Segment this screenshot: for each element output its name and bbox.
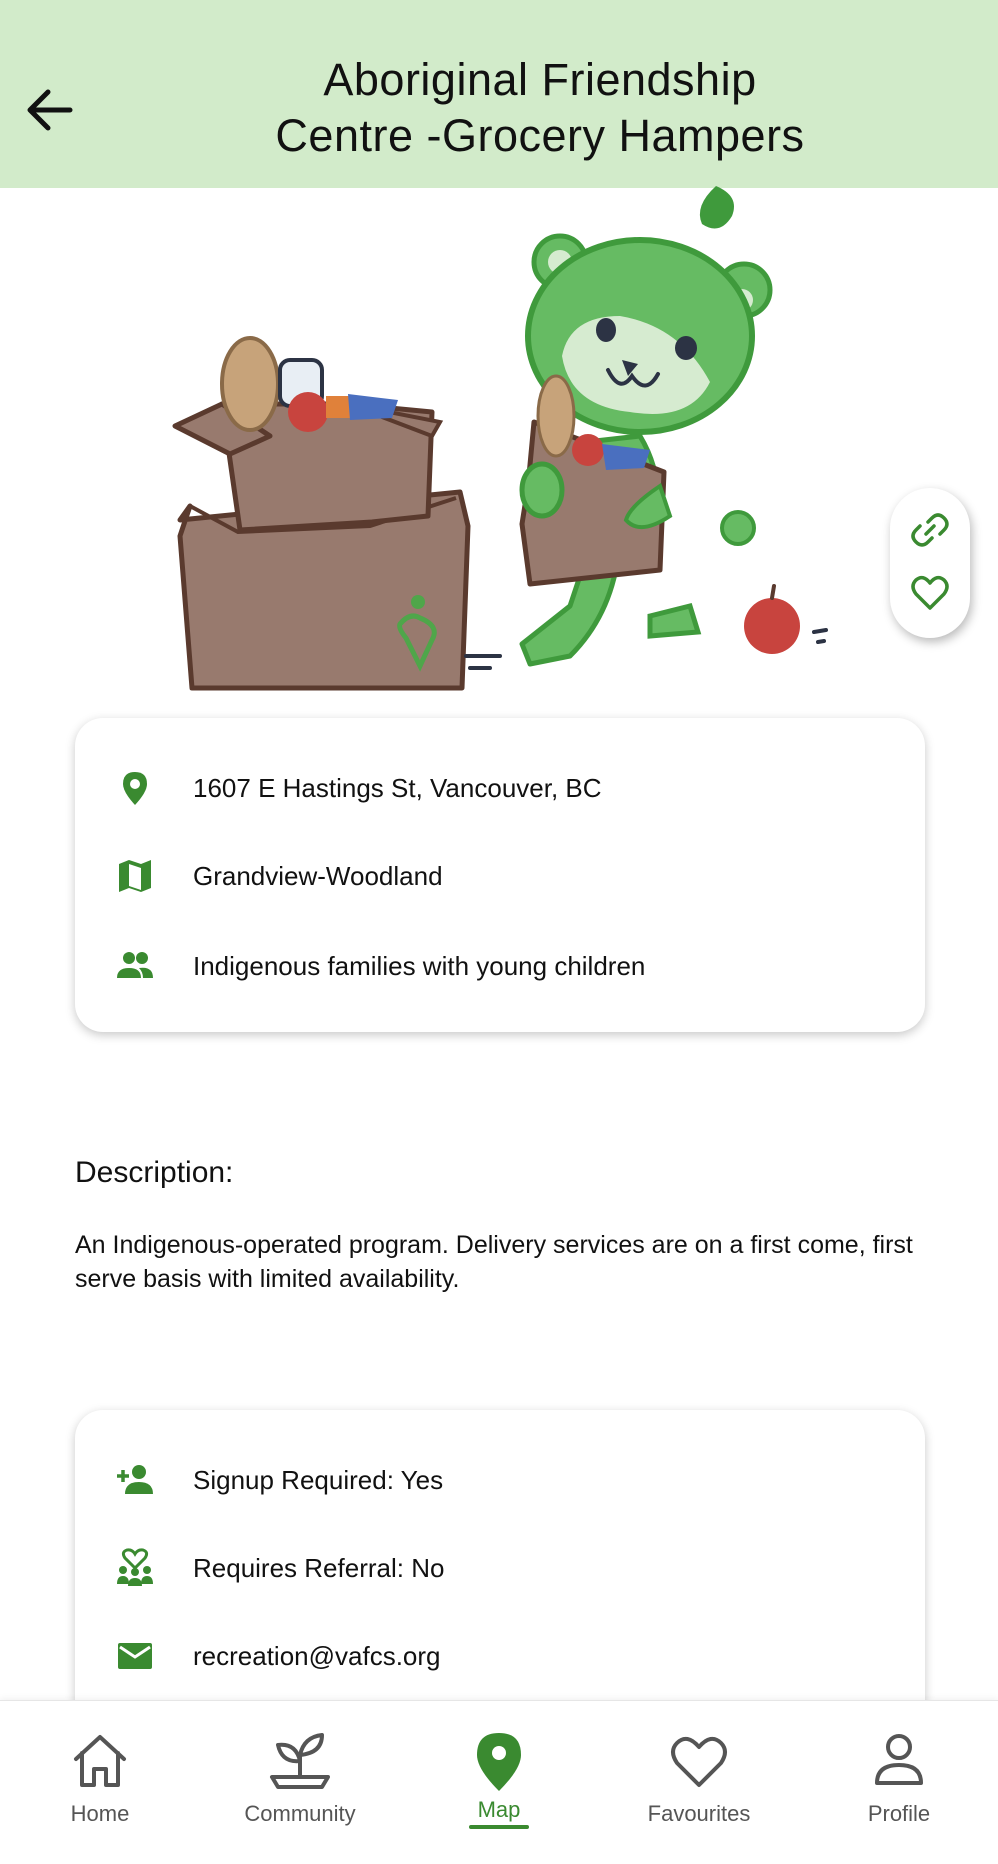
nav-map[interactable]: Map <box>424 1731 574 1841</box>
nav-home[interactable]: Home <box>25 1731 175 1841</box>
nav-profile-label: Profile <box>867 1801 931 1826</box>
group-heart-icon <box>115 1548 155 1588</box>
nav-home-label: Home <box>70 1801 130 1826</box>
home-icon <box>74 1735 126 1787</box>
nav-profile[interactable]: Profile <box>824 1731 974 1841</box>
mail-icon <box>115 1636 155 1676</box>
bottom-navigation: Home Community Map Favourites Profile <box>0 1700 998 1864</box>
map-pin-icon <box>115 768 155 808</box>
nav-community[interactable]: Community <box>225 1731 375 1841</box>
apple-illustration <box>744 584 828 654</box>
audience-row: Indigenous families with young children <box>115 944 645 988</box>
page-title-line1: Aboriginal Friendship <box>323 54 757 105</box>
floating-actions <box>890 488 970 638</box>
nav-favourites-label: Favourites <box>647 1801 751 1826</box>
person-add-icon <box>115 1460 155 1500</box>
neighbourhood-row: Grandview-Woodland <box>115 854 443 898</box>
page-title: Aboriginal Friendship Centre -Grocery Ha… <box>190 52 890 164</box>
nav-community-label: Community <box>244 1801 356 1826</box>
signup-text: Signup Required: Yes <box>193 1464 444 1495</box>
favourite-button[interactable] <box>908 570 952 614</box>
back-button[interactable] <box>22 82 78 138</box>
referral-row: Requires Referral: No <box>115 1546 444 1590</box>
map-pin-filled-icon <box>477 1733 521 1791</box>
people-icon <box>115 946 155 986</box>
email-link[interactable]: recreation@vafcs.org <box>193 1641 441 1672</box>
neighbourhood-text: Grandview-Woodland <box>193 860 443 891</box>
signup-row: Signup Required: Yes <box>115 1458 443 1502</box>
sprout-icon <box>270 1733 330 1789</box>
share-link-button[interactable] <box>908 508 952 552</box>
heart-outline-icon <box>911 575 949 610</box>
location-info-card: 1607 E Hastings St, Vancouver, BC Grandv… <box>75 718 925 1032</box>
description-text: An Indigenous-operated program. Delivery… <box>75 1231 913 1293</box>
map-icon <box>115 856 155 896</box>
bear-mascot <box>519 186 773 667</box>
nav-favourites[interactable]: Favourites <box>624 1731 774 1841</box>
nav-map-label: Map <box>477 1797 521 1822</box>
arrow-left-icon <box>27 89 73 131</box>
referral-text: Requires Referral: No <box>193 1552 445 1583</box>
nav-active-indicator <box>469 1825 529 1829</box>
email-row[interactable]: recreation@vafcs.org <box>115 1634 441 1678</box>
description-heading: Description: <box>75 1156 234 1189</box>
app-header: Aboriginal Friendship Centre -Grocery Ha… <box>0 0 998 188</box>
grocery-box-top <box>172 336 444 533</box>
page-title-line2: Centre -Grocery Hampers <box>275 110 805 161</box>
address-row: 1607 E Hastings St, Vancouver, BC <box>115 766 602 810</box>
audience-text: Indigenous families with young children <box>193 950 646 981</box>
link-icon <box>911 513 949 547</box>
program-details-card: Signup Required: Yes Requires Referral: … <box>75 1410 925 1740</box>
hero-illustration <box>172 186 828 691</box>
address-text: 1607 E Hastings St, Vancouver, BC <box>193 772 602 803</box>
heart-icon <box>671 1736 727 1787</box>
person-icon <box>875 1734 923 1785</box>
